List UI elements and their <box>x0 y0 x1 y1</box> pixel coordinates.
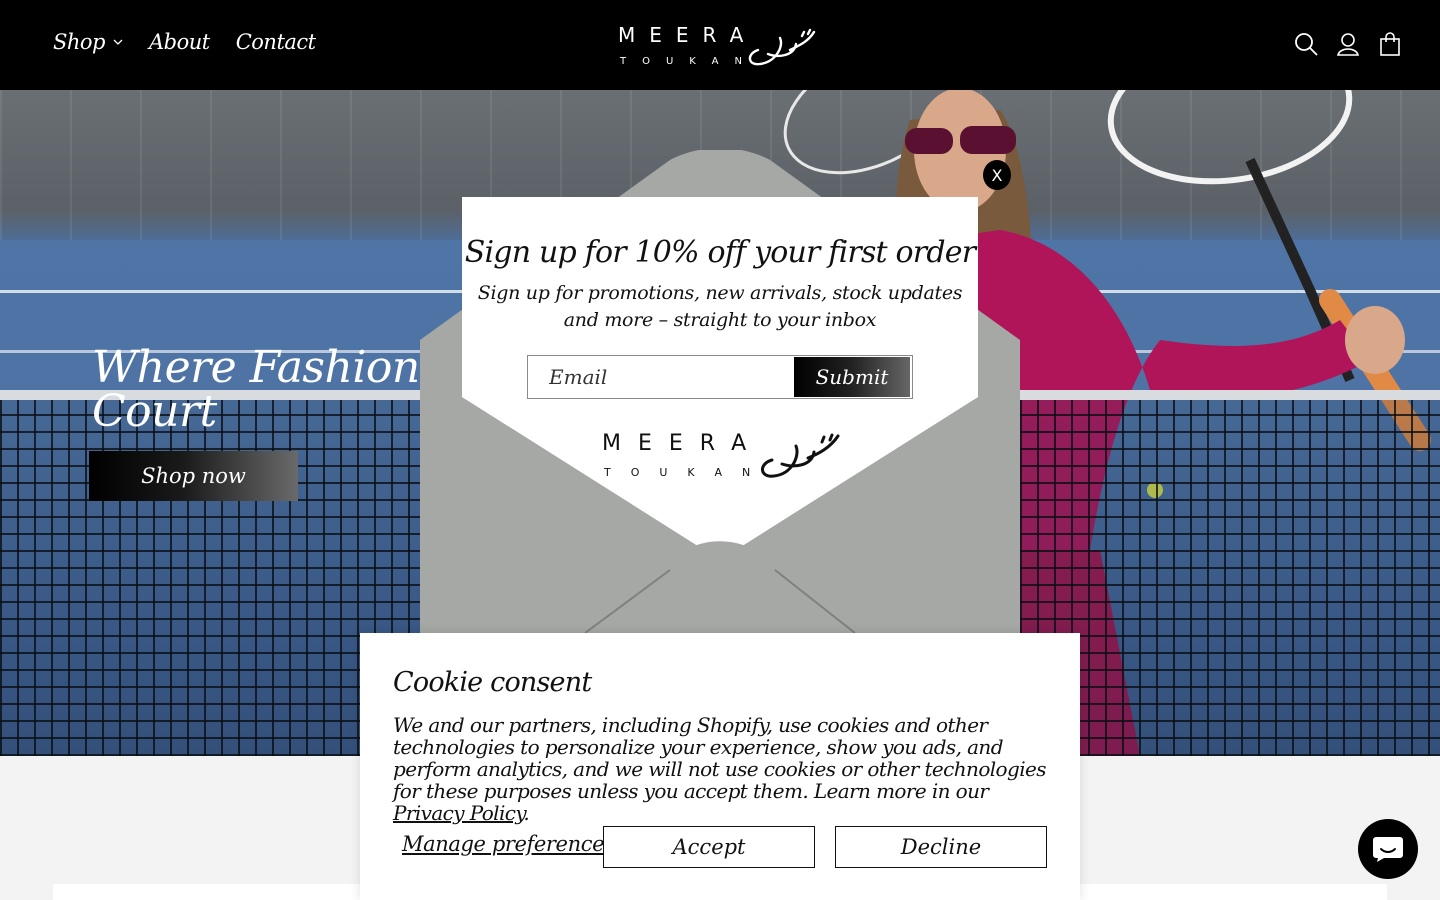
nav-contact-label: Contact <box>235 30 316 54</box>
cookie-title: Cookie consent <box>393 667 592 698</box>
hero-title-line2: Court <box>92 386 217 437</box>
chat-icon <box>1373 837 1403 862</box>
accept-button[interactable]: Accept <box>603 826 815 868</box>
popup-title: Sign up for 10% off your first order <box>464 235 976 270</box>
shop-now-button[interactable]: Shop now <box>89 451 298 501</box>
nav-shop[interactable]: Shop <box>53 30 123 54</box>
cookie-body-period: . <box>523 801 530 825</box>
privacy-policy-link[interactable]: Privacy Policy <box>393 801 524 825</box>
popup-subtitle-line1: Sign up for promotions, new arrivals, st… <box>477 282 963 304</box>
cookie-consent-banner: Cookie consent We and our partners, incl… <box>360 633 1080 900</box>
submit-button[interactable]: Submit <box>794 357 910 397</box>
account-icon[interactable] <box>1336 31 1360 57</box>
brand-logo[interactable]: MEERA TOUKAN <box>618 24 818 68</box>
popup-close-button[interactable]: X <box>983 160 1011 190</box>
nav-shop-label: Shop <box>53 30 106 54</box>
chevron-down-icon <box>113 39 123 45</box>
site-header: Shop About Contact MEERA TOUKAN <box>0 0 1440 90</box>
cart-icon[interactable] <box>1378 31 1402 57</box>
popup-subtitle-line2: and more – straight to your inbox <box>563 309 877 331</box>
header-icons <box>1294 31 1402 57</box>
svg-text:MEERA: MEERA <box>602 431 763 456</box>
svg-text:MEERA: MEERA <box>618 24 757 47</box>
popup-brand-logo: MEERA TOUKAN <box>602 431 840 479</box>
email-input[interactable] <box>528 356 794 398</box>
main-nav: Shop About Contact <box>53 30 316 54</box>
email-form: Submit <box>527 355 913 399</box>
nav-about-label: About <box>149 30 210 54</box>
svg-text:TOUKAN: TOUKAN <box>619 56 758 67</box>
cookie-body-text: We and our partners, including Shopify, … <box>393 713 1047 803</box>
nav-about[interactable]: About <box>149 30 210 54</box>
cookie-actions: Manage preferences Accept Decline <box>393 826 1048 868</box>
svg-text:TOUKAN: TOUKAN <box>603 466 770 479</box>
popup-subtitle: Sign up for promotions, new arrivals, st… <box>462 280 978 334</box>
search-icon[interactable] <box>1294 31 1318 57</box>
nav-contact[interactable]: Contact <box>236 30 316 54</box>
chat-button[interactable] <box>1358 819 1418 879</box>
decline-button[interactable]: Decline <box>835 826 1047 868</box>
cookie-body: We and our partners, including Shopify, … <box>393 714 1047 824</box>
manage-preferences-link[interactable]: Manage preferences <box>402 832 615 856</box>
